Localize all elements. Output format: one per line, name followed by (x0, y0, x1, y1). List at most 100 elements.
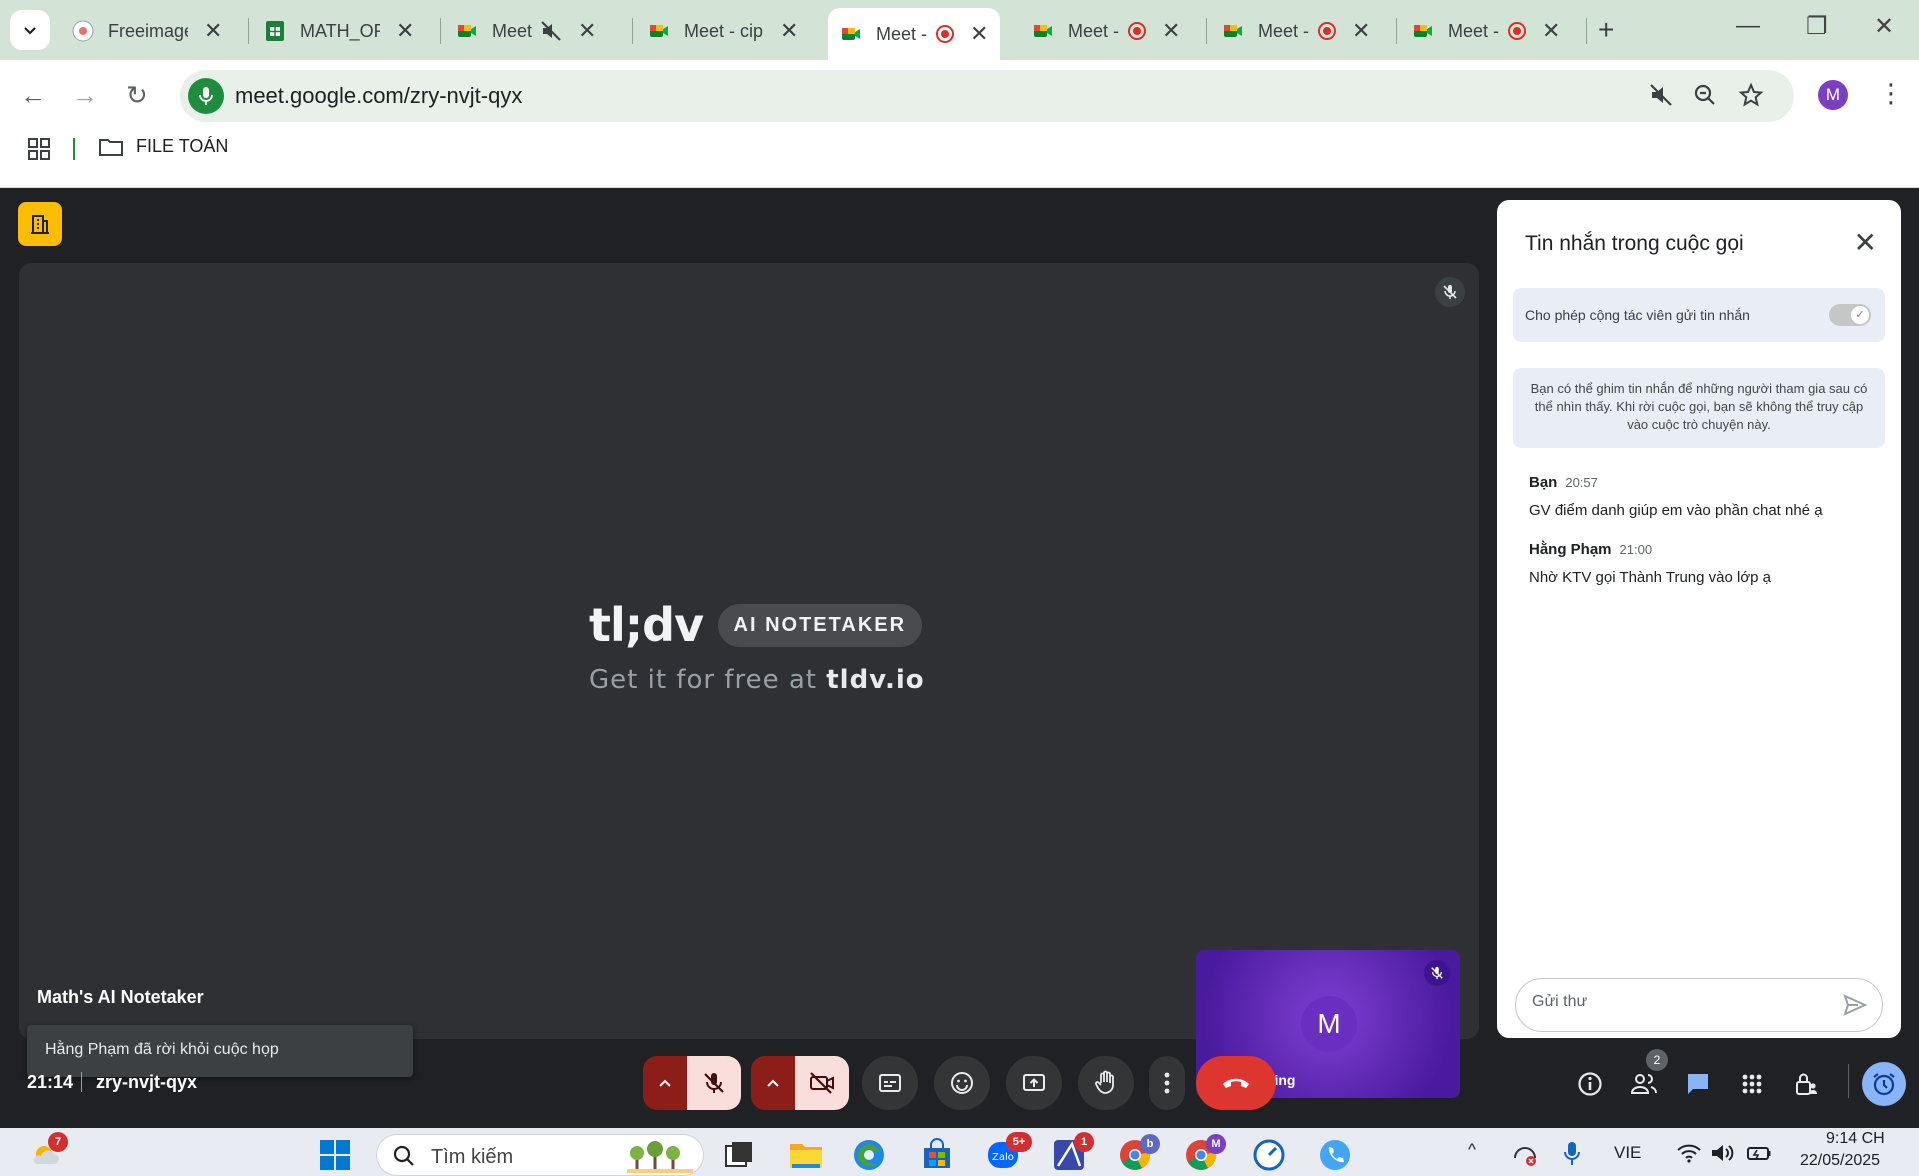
tab-math-ori[interactable]: MATH_ORI ✕ (252, 8, 426, 54)
minimize-button[interactable]: — (1736, 12, 1760, 40)
tab-search-button[interactable] (10, 10, 50, 50)
meeting-details-button[interactable] (1572, 1066, 1608, 1102)
store-button[interactable] (920, 1138, 954, 1172)
mic-off-icon (1435, 277, 1465, 307)
tab-title: Freeimage (108, 20, 188, 41)
url-text: meet.google.com/zry-nvjt-qyx (235, 83, 523, 108)
profile-avatar[interactable]: M (1818, 80, 1848, 110)
meeting-clock: 21:14 (27, 1072, 74, 1092)
close-icon[interactable]: ✕ (780, 18, 798, 44)
zalo-badge: 5+ (1006, 1132, 1032, 1152)
taskbar-clock[interactable]: 9:14 CH (1826, 1130, 1885, 1148)
weather-badge: 7 (48, 1132, 68, 1152)
activities-button[interactable] (1734, 1066, 1770, 1102)
close-icon[interactable]: ✕ (1854, 226, 1877, 259)
restore-button[interactable]: ❐ (1806, 12, 1828, 41)
network-error-icon[interactable] (1512, 1142, 1538, 1168)
tab-meet-cip[interactable]: Meet - cip ✕ (636, 8, 810, 54)
taskbar-search[interactable]: Tìm kiếm (376, 1134, 704, 1176)
video-options-button[interactable] (751, 1056, 795, 1110)
message-input[interactable] (1532, 993, 1832, 1011)
wifi-icon[interactable] (1676, 1142, 1702, 1164)
avatar: M (1301, 996, 1357, 1052)
present-screen-button[interactable] (1006, 1056, 1062, 1110)
mic-in-use-icon[interactable] (188, 78, 224, 114)
volume-icon[interactable] (1710, 1142, 1736, 1164)
people-button[interactable] (1626, 1066, 1662, 1102)
captions-button[interactable] (862, 1056, 918, 1110)
zoom-icon[interactable] (1692, 82, 1718, 108)
send-icon[interactable] (1842, 992, 1868, 1018)
tab-strip: Freeimage ✕ MATH_ORI ✕ Meet - ✕ Meet - c… (0, 0, 1919, 60)
reload-button[interactable]: ↻ (126, 80, 148, 111)
timer-button[interactable] (1862, 1062, 1906, 1106)
microphone-icon[interactable] (1562, 1140, 1582, 1168)
tab-meet-active[interactable]: Meet - ✕ (828, 8, 1001, 60)
start-button[interactable] (318, 1138, 352, 1172)
back-button[interactable]: ← (20, 80, 46, 111)
camera-toggle-button[interactable] (795, 1056, 849, 1110)
mic-off-icon (704, 1073, 724, 1093)
search-placeholder: Tìm kiếm (431, 1146, 514, 1168)
alarm-icon (1873, 1073, 1895, 1096)
host-controls-lock-button[interactable] (1788, 1066, 1824, 1102)
mic-off-icon (1424, 960, 1450, 986)
audio-options-button[interactable] (643, 1056, 687, 1110)
close-icon[interactable]: ✕ (204, 18, 222, 44)
close-icon[interactable]: ✕ (578, 18, 596, 44)
bookmark-star-icon[interactable] (1738, 82, 1764, 108)
tab-freeimage[interactable]: Freeimage ✕ (60, 8, 234, 54)
search-icon (393, 1145, 414, 1166)
allow-messages-toggle[interactable] (1829, 304, 1871, 326)
camera-control (751, 1056, 849, 1110)
tab-title: Meet - (1448, 20, 1500, 41)
close-icon[interactable]: ✕ (1162, 18, 1180, 44)
language-indicator[interactable]: VIE (1614, 1143, 1641, 1163)
phone-app-button[interactable] (1318, 1138, 1352, 1172)
close-icon[interactable]: ✕ (1352, 18, 1370, 44)
chrome-b-badge: b (1140, 1134, 1160, 1154)
tab-meet-muted[interactable]: Meet - ✕ (444, 8, 608, 54)
reactions-button[interactable] (934, 1056, 990, 1110)
task-view-button[interactable] (722, 1138, 756, 1172)
raise-hand-button[interactable] (1078, 1056, 1134, 1110)
close-icon[interactable]: ✕ (1542, 18, 1560, 44)
close-icon[interactable]: ✕ (970, 21, 988, 47)
chrome-menu-icon[interactable]: ⋮ (1878, 78, 1904, 109)
phone-icon (1320, 1140, 1350, 1170)
new-tab-button[interactable]: + (1598, 14, 1614, 46)
chat-message: Hằng Phạm 21:00 Nhờ KTV gọi Thành Trung v… (1529, 541, 1771, 586)
more-options-button[interactable] (1149, 1056, 1185, 1110)
window-close-button[interactable]: ✕ (1874, 12, 1894, 41)
tab-title: Meet - (492, 20, 532, 41)
mic-toggle-button[interactable] (687, 1056, 741, 1110)
tab-meet-5[interactable]: Meet - ✕ (1020, 8, 1192, 54)
forward-button[interactable]: → (72, 80, 98, 111)
host-controls-button[interactable] (18, 202, 62, 246)
present-icon (1023, 1074, 1045, 1091)
main-video-stage[interactable]: tl;dv AI NOTETAKER Get it for free at tl… (19, 263, 1479, 1098)
file-explorer-button[interactable] (788, 1138, 822, 1172)
chat-icon (1688, 1074, 1708, 1094)
leave-call-button[interactable] (1196, 1056, 1276, 1110)
chevron-down-icon (24, 27, 36, 35)
logo-badge: AI NOTETAKER (717, 603, 923, 647)
battery-icon[interactable] (1746, 1142, 1772, 1164)
chat-button[interactable] (1680, 1066, 1716, 1102)
address-bar[interactable]: meet.google.com/zry-nvjt-qyx (180, 70, 1794, 122)
muted-audio-icon[interactable] (540, 20, 562, 42)
hand-icon (1095, 1070, 1114, 1094)
tray-overflow-icon[interactable]: ^ (1468, 1140, 1476, 1160)
notification-toast: Hằng Phạm đã rời khỏi cuộc họp (27, 1025, 413, 1077)
taskbar-date[interactable]: 22/05/2025 (1800, 1152, 1880, 1170)
tab-meet-6[interactable]: Meet - ✕ (1210, 8, 1382, 54)
close-icon[interactable]: ✕ (396, 18, 414, 44)
bookmark-folder[interactable]: FILE TOÁN (98, 136, 228, 157)
meet-icon (1224, 25, 1242, 37)
apps-grid-icon[interactable] (28, 138, 50, 160)
edge-button[interactable] (852, 1138, 886, 1172)
muted-audio-icon[interactable] (1648, 82, 1674, 108)
speedtest-button[interactable] (1252, 1138, 1286, 1172)
tab-title: Meet - (1068, 20, 1120, 41)
tab-meet-7[interactable]: Meet - ✕ (1400, 8, 1572, 54)
